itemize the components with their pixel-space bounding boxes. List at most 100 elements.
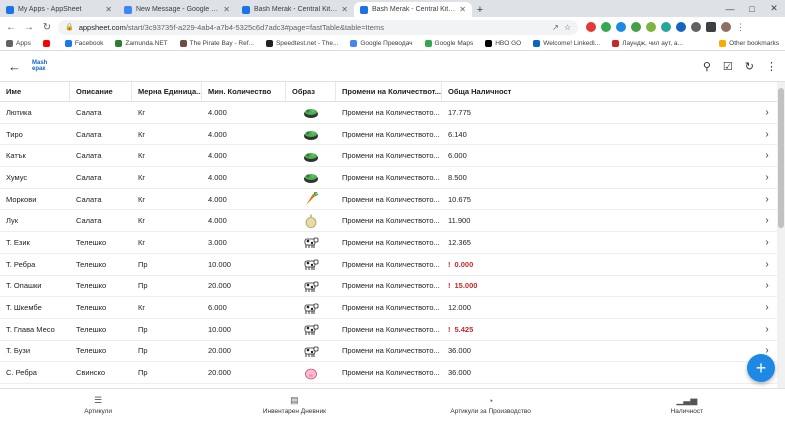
profile-avatar[interactable] bbox=[721, 22, 731, 32]
table-row[interactable]: Лук Салата Кг 4.000 Промени на Количеството.… bbox=[0, 210, 777, 233]
browser-tab[interactable]: My Apps - AppSheet ✕ bbox=[0, 2, 118, 17]
extension-tool-icon[interactable] bbox=[691, 22, 701, 32]
column-header-image[interactable]: Образ bbox=[286, 82, 336, 101]
chevron-right-icon[interactable]: › bbox=[757, 259, 777, 270]
bookmark-item[interactable]: Zamunda.NET bbox=[115, 40, 168, 47]
table-row[interactable]: Т. Бузи Телешко Пр 20.000 Промени на Количес… bbox=[0, 341, 777, 363]
sync-icon[interactable]: ↻ bbox=[745, 60, 754, 73]
bookmark-item[interactable]: Speedtest.net - The... bbox=[265, 40, 338, 47]
other-bookmarks[interactable]: Other bookmarks bbox=[719, 40, 779, 47]
cell-unit: Кг bbox=[138, 172, 146, 182]
column-header-description[interactable]: Описание bbox=[70, 82, 132, 101]
extension-share-icon[interactable] bbox=[661, 22, 671, 32]
chevron-right-icon[interactable]: › bbox=[757, 237, 777, 248]
cell-change-quantity-action[interactable]: Промени на Количеството... bbox=[336, 210, 442, 231]
cell-change-quantity-action[interactable]: Промени на Количеството... bbox=[336, 124, 442, 145]
table-row[interactable]: Тиро Салата Кг 4.000 Промени на Количеството… bbox=[0, 124, 777, 146]
extension-green-icon[interactable] bbox=[631, 22, 641, 32]
address-bar[interactable]: 🔒 appsheet.com/start/3c93735f-a229-4ab4-… bbox=[58, 19, 578, 35]
bookmark-item[interactable]: Лаундж, чил аут, а... bbox=[612, 40, 683, 47]
extension-c-icon[interactable] bbox=[616, 22, 626, 32]
table-row[interactable]: Хумус Салата Кг 4.000 Промени на Количествот… bbox=[0, 167, 777, 189]
column-header-min-quantity[interactable]: Мин. Количество bbox=[202, 82, 286, 101]
chevron-right-icon[interactable]: › bbox=[757, 194, 777, 205]
nav-item[interactable]: ☰ Артикули bbox=[0, 389, 196, 421]
cell-change-quantity-action[interactable]: Промени на Количеството... bbox=[336, 167, 442, 188]
cell-change-quantity-action[interactable]: Промени на Количеството... bbox=[336, 319, 442, 340]
maximize-icon[interactable]: □ bbox=[741, 4, 763, 14]
table-row[interactable]: Моркови Салата Кг 4.000 Промени на Количеств… bbox=[0, 189, 777, 211]
table-row[interactable]: Т. Език Телешко Кг 3.000 Промени на Количест… bbox=[0, 232, 777, 254]
extension-leaf-icon[interactable] bbox=[646, 22, 656, 32]
chevron-right-icon[interactable]: › bbox=[757, 215, 777, 226]
column-header-name[interactable]: Име bbox=[0, 82, 70, 101]
chevron-right-icon[interactable]: › bbox=[757, 107, 777, 118]
new-tab-button[interactable]: + bbox=[472, 2, 488, 17]
tab-close-icon[interactable]: ✕ bbox=[223, 5, 230, 14]
reload-icon[interactable]: ↻ bbox=[40, 22, 54, 33]
cell-description: Салата bbox=[76, 129, 102, 139]
close-window-icon[interactable]: ✕ bbox=[763, 3, 785, 14]
cell-change-quantity-action[interactable]: Промени на Количеството... bbox=[336, 362, 442, 383]
chevron-right-icon[interactable]: › bbox=[757, 324, 777, 335]
bookmark-item[interactable] bbox=[42, 40, 53, 47]
bookmark-item[interactable]: Apps bbox=[6, 40, 31, 47]
bookmark-item[interactable]: Google Преводач bbox=[350, 40, 413, 47]
table-row[interactable]: Т. Опашки Телешко Пр 20.000 Промени на Колич… bbox=[0, 276, 777, 298]
share-icon[interactable]: ↗ bbox=[552, 23, 559, 32]
back-arrow-icon[interactable]: ← bbox=[4, 22, 18, 33]
cell-change-quantity-action[interactable]: Промени на Количеството... bbox=[336, 189, 442, 210]
table-row[interactable]: Т. Глава Месо Телешко Пр 10.000 Промени на К… bbox=[0, 319, 777, 341]
more-menu-icon[interactable]: ⋮ bbox=[766, 60, 777, 73]
cell-change-quantity-action[interactable]: Промени на Количеството... bbox=[336, 276, 442, 297]
bookmark-item[interactable]: Welcome! LinkedI... bbox=[533, 40, 600, 47]
nav-item[interactable]: ◔ Артикули за Производство bbox=[393, 389, 589, 421]
column-header-unit[interactable]: Мерна Единица... bbox=[132, 82, 202, 101]
table-row[interactable]: С. Ребра Свинско Пр 20.000 Промени на Количе… bbox=[0, 362, 777, 384]
chrome-menu-icon[interactable]: ⋮ bbox=[736, 22, 745, 32]
table-row[interactable]: Т. Шкембе Телешко Кг 6.000 Промени на Количе… bbox=[0, 297, 777, 319]
cell-change-quantity-action[interactable]: Промени на Количеството... bbox=[336, 341, 442, 362]
chevron-right-icon[interactable]: › bbox=[757, 280, 777, 291]
table-row[interactable]: Катък Салата Кг 4.000 Промени на Количествот… bbox=[0, 145, 777, 168]
bookmark-item[interactable]: HBO GO bbox=[485, 40, 521, 47]
search-icon[interactable]: ⚲ bbox=[703, 60, 711, 73]
table-row[interactable]: Т. Ребра Телешко Пр 10.000 Промени на Количе… bbox=[0, 254, 777, 276]
column-header-total-stock[interactable]: Обща Наличност bbox=[442, 82, 777, 101]
chevron-right-icon[interactable]: › bbox=[757, 129, 777, 140]
bookmark-star-icon[interactable]: ☆ bbox=[564, 23, 571, 32]
table-row[interactable]: Лютика Салата Кг 4.000 Промени на Количество… bbox=[0, 102, 777, 124]
forward-arrow-icon[interactable]: → bbox=[22, 22, 36, 33]
cell-change-quantity-action[interactable]: Промени на Количеството... bbox=[336, 297, 442, 318]
chevron-right-icon[interactable]: › bbox=[757, 172, 777, 183]
tab-close-icon[interactable]: ✕ bbox=[341, 5, 348, 14]
back-icon[interactable]: ← bbox=[8, 59, 26, 74]
cell-min-quantity: 4.000 bbox=[208, 194, 227, 204]
column-header-change-quantity[interactable]: Промени на Количествот... bbox=[336, 82, 442, 101]
cell-change-quantity-action[interactable]: Промени на Количеството... bbox=[336, 145, 442, 166]
vertical-scrollbar[interactable] bbox=[777, 82, 785, 388]
minimize-icon[interactable]: — bbox=[719, 4, 741, 14]
browser-tab[interactable]: New Message - Google Cloud Co ✕ bbox=[118, 2, 236, 17]
nav-item[interactable]: ▁▃▅ Наличност bbox=[589, 389, 785, 421]
browser-tab[interactable]: Bash Merak - Central Kitchen ✕ bbox=[354, 2, 472, 17]
scrollbar-thumb[interactable] bbox=[778, 88, 784, 228]
bookmark-item[interactable]: Facebook bbox=[64, 40, 103, 47]
select-checkbox-icon[interactable]: ☑ bbox=[723, 60, 733, 73]
tab-close-icon[interactable]: ✕ bbox=[459, 5, 466, 14]
bookmark-item[interactable]: Google Maps bbox=[424, 40, 473, 47]
chevron-right-icon[interactable]: › bbox=[757, 302, 777, 313]
tab-close-icon[interactable]: ✕ bbox=[105, 5, 112, 14]
extension-opera-icon[interactable] bbox=[586, 22, 596, 32]
add-item-button[interactable]: + bbox=[747, 354, 775, 382]
cell-change-quantity-action[interactable]: Промени на Количеството... bbox=[336, 102, 442, 123]
bookmark-item[interactable]: The Pirate Bay - Ref... bbox=[179, 40, 254, 47]
browser-tab[interactable]: Bash Merak - Central Kitchen - A✕ bbox=[236, 2, 354, 17]
extension-n-icon[interactable] bbox=[676, 22, 686, 32]
cell-change-quantity-action[interactable]: Промени на Количеството... bbox=[336, 232, 442, 253]
cell-change-quantity-action[interactable]: Промени на Количеството... bbox=[336, 254, 442, 275]
extension-drive-icon[interactable] bbox=[601, 22, 611, 32]
chevron-right-icon[interactable]: › bbox=[757, 150, 777, 161]
nav-item[interactable]: ▤ Инвентарен Дневник bbox=[196, 389, 392, 421]
puzzle-icon[interactable] bbox=[706, 22, 716, 32]
